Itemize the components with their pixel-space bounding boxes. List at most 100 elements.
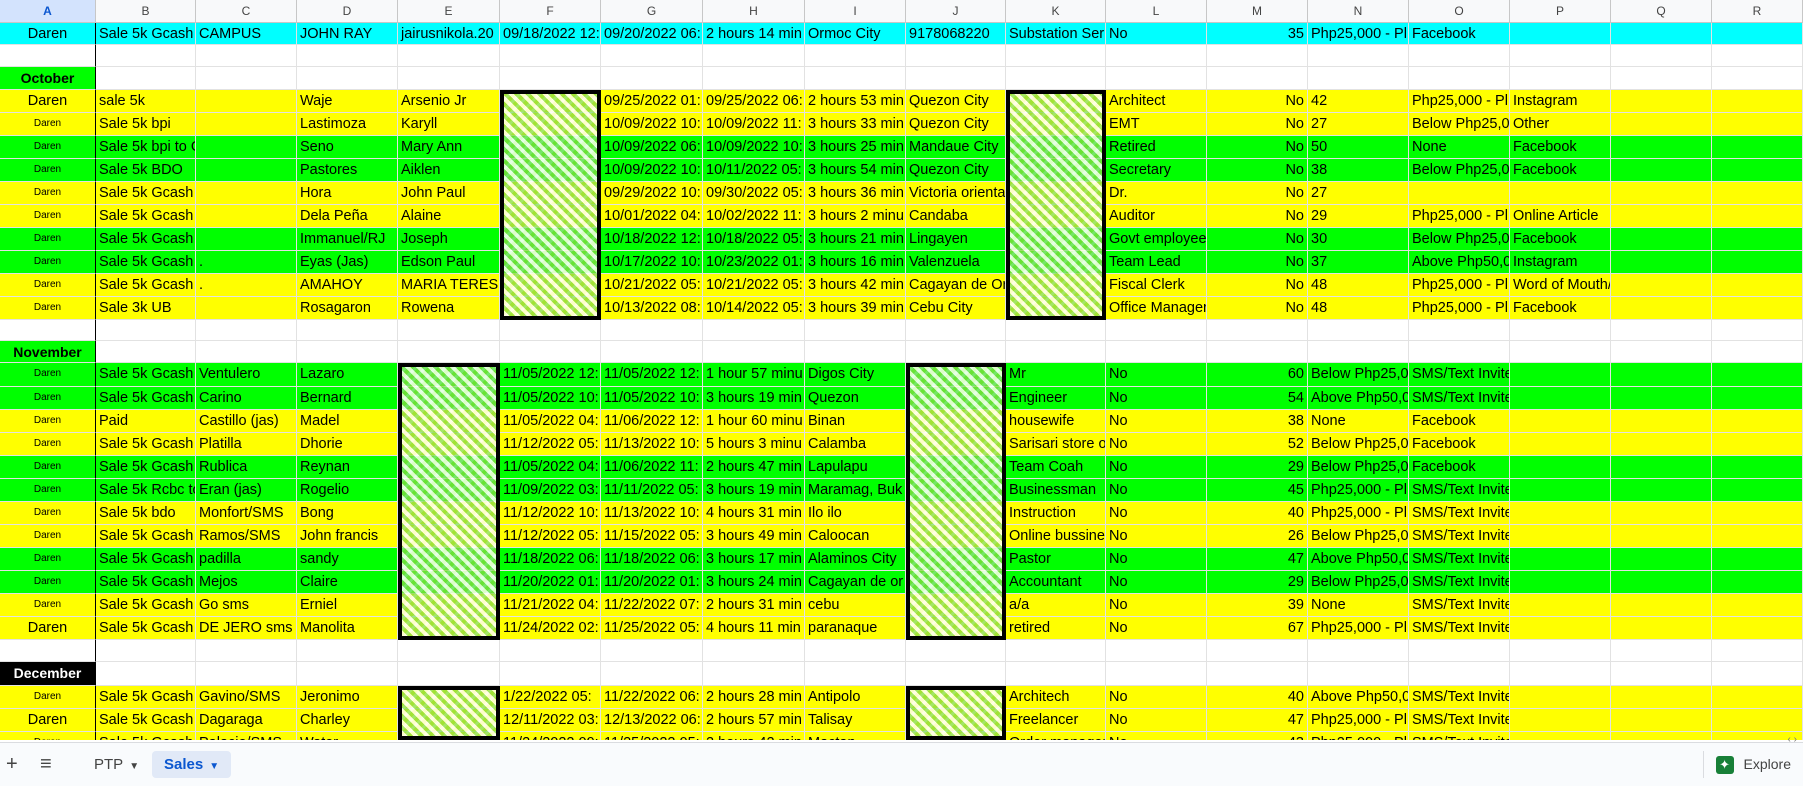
- cell-c[interactable]: .: [196, 274, 297, 297]
- cell-b[interactable]: Sale 5k Rcbc to: [96, 479, 196, 502]
- cell-g[interactable]: 11/25/2022 05:: [601, 617, 703, 640]
- cell-b[interactable]: Sale 5k Gcash: [96, 732, 196, 740]
- cell-i[interactable]: Quezon: [805, 387, 906, 410]
- cell-q[interactable]: [1611, 363, 1712, 387]
- cell-g[interactable]: 10/13/2022 08:: [601, 297, 703, 320]
- cell-c[interactable]: [196, 159, 297, 182]
- cell-e[interactable]: Edson Paul: [398, 251, 500, 274]
- column-header-q[interactable]: Q: [1611, 0, 1712, 23]
- spreadsheet-grid[interactable]: A B C D E F G H I J K L M N O P Q R Daren Sale 5k Gcash CAMP…: [0, 0, 1803, 740]
- cell-p[interactable]: [1510, 594, 1611, 617]
- cell-d[interactable]: Lastimoza: [297, 113, 398, 136]
- cell-i[interactable]: Calamba: [805, 433, 906, 456]
- cell-d[interactable]: Hora: [297, 182, 398, 205]
- cell-g[interactable]: 11/11/2022 05:: [601, 479, 703, 502]
- cell-o[interactable]: Facebook: [1409, 23, 1510, 45]
- cell-n[interactable]: Php25,000 - Pl: [1308, 709, 1409, 732]
- cell-p[interactable]: Facebook: [1510, 136, 1611, 159]
- cell-l[interactable]: No: [1106, 571, 1207, 594]
- cell-o[interactable]: SMS/Text Invite: [1409, 525, 1510, 548]
- cell-c[interactable]: [196, 205, 297, 228]
- cell-b[interactable]: Sale 5k Gcash: [96, 686, 196, 709]
- cell-n[interactable]: [1308, 320, 1409, 341]
- cell-l[interactable]: Fiscal Clerk: [1106, 274, 1207, 297]
- cell-r[interactable]: [1712, 709, 1803, 732]
- cell-f[interactable]: [500, 662, 601, 686]
- cell-n[interactable]: Below Php25,0: [1308, 363, 1409, 387]
- cell-b[interactable]: [96, 45, 196, 67]
- cell-i[interactable]: 3 hours 42 min: [805, 274, 906, 297]
- cell-r[interactable]: [1712, 479, 1803, 502]
- cell-a[interactable]: Daren: [0, 571, 96, 594]
- cell-q[interactable]: [1611, 274, 1712, 297]
- cell-q[interactable]: [1611, 341, 1712, 363]
- cell-m[interactable]: 39: [1207, 594, 1308, 617]
- cell-p[interactable]: Instagram: [1510, 90, 1611, 113]
- cell-n[interactable]: Php25,000 - Pl: [1308, 502, 1409, 525]
- cell-b[interactable]: Sale 5k Gcash: [96, 456, 196, 479]
- cell-e[interactable]: Arsenio Jr: [398, 90, 500, 113]
- column-header-o[interactable]: O: [1409, 0, 1510, 23]
- cell-n[interactable]: Above Php50,0: [1308, 387, 1409, 410]
- cell-l[interactable]: No: [1106, 709, 1207, 732]
- cell-h[interactable]: 10/18/2022 05:: [703, 228, 805, 251]
- cell-b[interactable]: Sale 5k Gcash: [96, 617, 196, 640]
- cell-r[interactable]: [1712, 274, 1803, 297]
- cell-q[interactable]: [1611, 320, 1712, 341]
- cell-p[interactable]: [1510, 548, 1611, 571]
- cell-r[interactable]: [1712, 113, 1803, 136]
- cell-m[interactable]: 29: [1207, 571, 1308, 594]
- cell-d[interactable]: Pastores: [297, 159, 398, 182]
- cell-o[interactable]: Php25,000 - Pl: [1409, 274, 1510, 297]
- cell-g[interactable]: [601, 341, 703, 363]
- cell-k[interactable]: Freelancer: [1006, 709, 1106, 732]
- cell-q[interactable]: [1611, 479, 1712, 502]
- cell-d[interactable]: Rosagaron: [297, 297, 398, 320]
- cell-l[interactable]: [1106, 67, 1207, 90]
- cell-l[interactable]: No: [1106, 363, 1207, 387]
- cell-k[interactable]: Engineer: [1006, 387, 1106, 410]
- cell-d[interactable]: Eyas (Jas): [297, 251, 398, 274]
- cell-e[interactable]: [398, 341, 500, 363]
- cell-p[interactable]: [1510, 45, 1611, 67]
- cell-n[interactable]: 50: [1308, 136, 1409, 159]
- cell-g[interactable]: 11/06/2022 11:: [601, 456, 703, 479]
- cell-o[interactable]: SMS/Text Invite: [1409, 617, 1510, 640]
- cell-e[interactable]: [398, 45, 500, 67]
- cell-e[interactable]: [398, 320, 500, 341]
- cell-b[interactable]: Sale 5k Gcash: [96, 548, 196, 571]
- cell-b[interactable]: [96, 67, 196, 90]
- cell-d[interactable]: John francis: [297, 525, 398, 548]
- cell-m[interactable]: 26: [1207, 525, 1308, 548]
- cell-n[interactable]: 42: [1308, 90, 1409, 113]
- cell-j[interactable]: Candaba: [906, 205, 1006, 228]
- cell-r[interactable]: [1712, 228, 1803, 251]
- column-header-k[interactable]: K: [1006, 0, 1106, 23]
- cell-a[interactable]: Daren: [0, 617, 96, 640]
- cell-j[interactable]: Mandaue City: [906, 136, 1006, 159]
- cell-q[interactable]: [1611, 525, 1712, 548]
- cell-o[interactable]: SMS/Text Invite: [1409, 594, 1510, 617]
- cell-n[interactable]: 38: [1308, 159, 1409, 182]
- column-header-p[interactable]: P: [1510, 0, 1611, 23]
- cell-g[interactable]: [601, 662, 703, 686]
- cell-d[interactable]: Claire: [297, 571, 398, 594]
- cell-r[interactable]: [1712, 320, 1803, 341]
- cell-a[interactable]: Daren: [0, 228, 96, 251]
- cell-a[interactable]: Daren: [0, 732, 96, 740]
- cell-d[interactable]: [297, 662, 398, 686]
- cell-k[interactable]: Accountant: [1006, 571, 1106, 594]
- cell-l[interactable]: [1106, 662, 1207, 686]
- cell-h[interactable]: 5 hours 3 minu: [703, 433, 805, 456]
- cell-f[interactable]: 11/09/2022 03:: [500, 479, 601, 502]
- cell-j[interactable]: Cebu City: [906, 297, 1006, 320]
- cell-a[interactable]: Daren: [0, 205, 96, 228]
- cell-n[interactable]: 29: [1308, 205, 1409, 228]
- cell-c[interactable]: .: [196, 251, 297, 274]
- cell-f[interactable]: [500, 67, 601, 90]
- cell-q[interactable]: [1611, 548, 1712, 571]
- cell-f[interactable]: 11/21/2022 04:: [500, 594, 601, 617]
- cell-a[interactable]: Daren: [0, 297, 96, 320]
- cell-g[interactable]: 10/09/2022 10:: [601, 159, 703, 182]
- cell-g[interactable]: 09/25/2022 01:: [601, 90, 703, 113]
